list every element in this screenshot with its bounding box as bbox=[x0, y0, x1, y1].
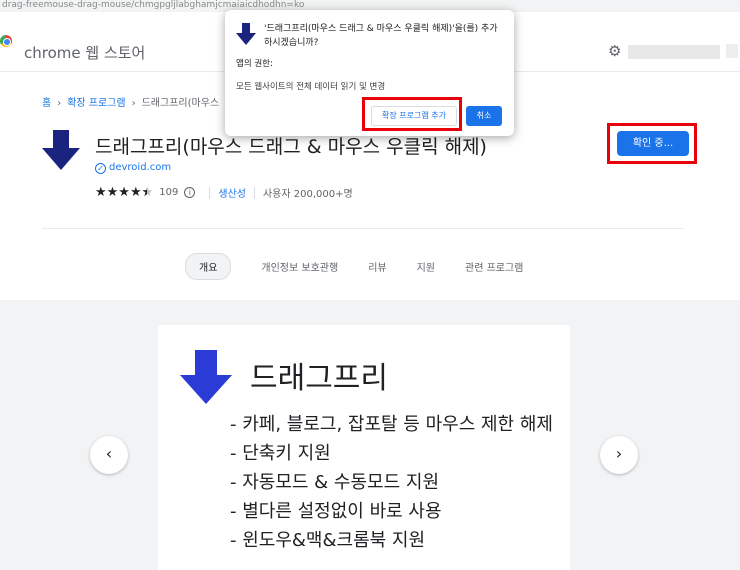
list-item: - 카페, 블로그, 잡포탈 등 마우스 제한 해제 bbox=[230, 414, 553, 435]
permission-item: 모든 웹사이트의 전체 데이터 읽기 및 변경 bbox=[236, 82, 386, 92]
star-rating-icon: ★★★★★ bbox=[95, 185, 153, 200]
list-item: - 자동모드 & 수동모드 지원 bbox=[230, 472, 440, 493]
feature-list: - 카페, 블로그, 잡포탈 등 마우스 제한 해제 - 단축키 지원 - 자동… bbox=[230, 410, 553, 555]
rating-row: ★★★★★ 109 i 생산성 사용자 200,000+명 bbox=[95, 185, 353, 200]
rating-count[interactable]: 109 bbox=[159, 187, 178, 198]
detail-tabs: 개요 개인정보 보호관행 리뷰 지원 관련 프로그램 bbox=[185, 253, 553, 280]
breadcrumb-current: 드래그프리(마우스 bbox=[141, 98, 220, 109]
breadcrumb-separator: › bbox=[57, 98, 62, 109]
breadcrumb-extensions[interactable]: 확장 프로그램 bbox=[67, 98, 125, 109]
list-item: - 단축키 지원 bbox=[230, 443, 331, 464]
slide-title: 드래그프리 bbox=[250, 361, 388, 396]
store-title[interactable]: chrome 웹 스토어 bbox=[24, 42, 145, 63]
user-count: 사용자 200,000+명 bbox=[262, 189, 353, 200]
gallery-next-button[interactable]: › bbox=[600, 436, 638, 474]
breadcrumb: 홈 › 확장 프로그램 › 드래그프리(마우스 bbox=[42, 94, 219, 109]
tab-reviews[interactable]: 리뷰 bbox=[368, 259, 386, 274]
category-link[interactable]: 생산성 bbox=[218, 185, 246, 200]
dialog-title: '드래그프리(마우스 드래그 & 마우스 우클릭 해제)'을(를) 추가하시겠습… bbox=[264, 24, 498, 48]
divider bbox=[42, 228, 684, 229]
developer-link[interactable]: ✓ devroid.com bbox=[95, 162, 171, 174]
avatar[interactable] bbox=[726, 44, 738, 58]
extension-title: 드래그프리(마우스 드래그 & 마우스 우클릭 해제) bbox=[95, 136, 487, 158]
list-item: - 윈도우&맥&크롬북 지원 bbox=[230, 530, 426, 551]
developer-name[interactable]: devroid.com bbox=[109, 162, 171, 173]
breadcrumb-separator: › bbox=[131, 98, 136, 109]
tab-overview[interactable]: 개요 bbox=[185, 253, 232, 280]
cancel-button[interactable]: 취소 bbox=[466, 106, 502, 126]
highlight-box-install bbox=[607, 123, 697, 164]
slide-arrow-icon bbox=[180, 350, 232, 408]
extension-arrow-icon bbox=[42, 130, 80, 174]
chevron-left-icon: ‹ bbox=[105, 444, 113, 463]
gallery-prev-button[interactable]: ‹ bbox=[90, 436, 128, 474]
list-item: - 별다른 설정없이 바로 사용 bbox=[230, 501, 442, 522]
info-icon[interactable]: i bbox=[184, 187, 196, 198]
tab-support[interactable]: 지원 bbox=[417, 259, 435, 274]
breadcrumb-home[interactable]: 홈 bbox=[42, 98, 51, 109]
permissions-heading: 앱의 권한: bbox=[236, 59, 273, 69]
highlight-box-add bbox=[362, 97, 462, 131]
chevron-right-icon: › bbox=[615, 444, 623, 463]
divider bbox=[209, 186, 211, 199]
chrome-logo-icon[interactable] bbox=[0, 35, 12, 47]
verified-icon: ✓ bbox=[95, 163, 106, 174]
extension-arrow-icon bbox=[236, 23, 256, 49]
account-email-redacted[interactable] bbox=[628, 45, 720, 59]
gear-icon[interactable]: ⚙ bbox=[608, 44, 621, 59]
divider bbox=[253, 186, 255, 199]
tab-privacy[interactable]: 개인정보 보호관행 bbox=[261, 259, 338, 274]
tab-related[interactable]: 관련 프로그램 bbox=[465, 259, 523, 274]
